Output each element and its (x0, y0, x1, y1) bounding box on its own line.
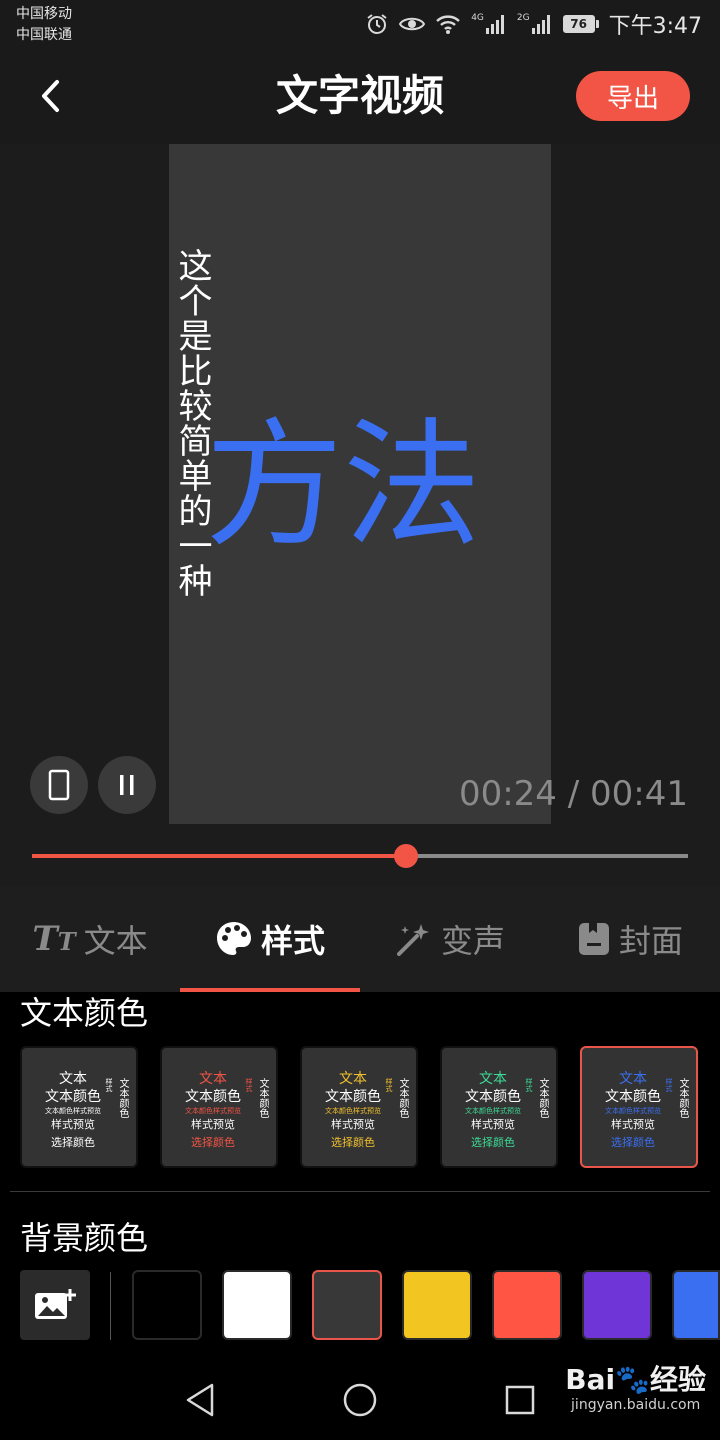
tab-label: 样式 (260, 922, 325, 960)
card-line: 选择颜色 (331, 1136, 375, 1149)
card-vertical-text: 文本颜色 (117, 1078, 128, 1118)
square-recents-icon (505, 1385, 535, 1415)
signal-4g-icon: 4G (471, 13, 507, 35)
text-color-card[interactable]: 文本 文本颜色 文本颜色样式预览 样式预览 选择颜色 文本颜色 样式 (300, 1046, 418, 1168)
card-line: 文本颜色样式预览 (605, 1107, 661, 1115)
card-line: 文本颜色样式预览 (465, 1107, 521, 1115)
card-line: 样式预览 (51, 1118, 95, 1131)
card-line: 文本颜色样式预览 (325, 1107, 381, 1115)
signal-2g-icon: 2G (517, 13, 553, 35)
add-image-icon (35, 1289, 76, 1319)
card-line: 文本颜色样式预览 (185, 1107, 241, 1115)
progress-played (32, 854, 406, 858)
tab-active-indicator (180, 988, 360, 992)
time-separator: / (556, 774, 591, 814)
video-canvas[interactable]: 这个是比较简单的一种 方法 (169, 144, 551, 824)
main-caption: 方法 (205, 405, 482, 566)
card-line: 样式预览 (611, 1118, 655, 1131)
background-color-swatch[interactable] (402, 1270, 472, 1340)
card-vertical-text: 文本颜色 (257, 1078, 268, 1118)
playback-time: 00:24 / 00:41 (459, 774, 688, 814)
card-vertical-text: 样式 (245, 1078, 253, 1092)
card-line: 选择颜色 (611, 1136, 655, 1149)
network-type-2: 2G (516, 13, 530, 23)
battery-level: 76 (562, 15, 595, 33)
section-divider (10, 1191, 710, 1192)
card-line: 样式预览 (331, 1118, 375, 1131)
total-time: 00:41 (590, 774, 688, 814)
progress-remaining (406, 854, 688, 858)
background-color-swatch[interactable] (312, 1270, 382, 1340)
progress-thumb[interactable] (394, 844, 418, 868)
watermark-url: jingyan.baidu.com (571, 1397, 701, 1413)
alarm-icon (365, 12, 389, 36)
card-vertical-text: 文本颜色 (677, 1078, 688, 1118)
network-type-1: 4G (471, 13, 484, 23)
text-icon: TT (32, 919, 76, 959)
card-vertical-text: 样式 (665, 1078, 673, 1092)
card-line: 选择颜色 (471, 1136, 515, 1149)
status-icons: 4G 2G 76 下午3:47 (365, 10, 702, 39)
card-line: 样式预览 (191, 1118, 235, 1131)
current-time: 00:24 (458, 774, 557, 814)
video-preview: 这个是比较简单的一种 方法 00:24 / 00:41 (0, 144, 720, 886)
phone-portrait-icon (48, 769, 70, 801)
text-color-card[interactable]: 文本 文本颜色 文本颜色样式预览 样式预览 选择颜色 文本颜色 样式 (580, 1046, 698, 1168)
tab-voice-change[interactable]: 变声 (360, 886, 540, 992)
pause-button[interactable] (98, 756, 156, 814)
card-line: 样式预览 (471, 1118, 515, 1131)
card-vertical-text: 文本颜色 (397, 1078, 408, 1118)
export-button[interactable]: 导出 (576, 71, 690, 121)
tab-text[interactable]: TT 文本 (0, 886, 180, 992)
tab-bar: TT 文本 样式 变声 封面 (0, 886, 720, 992)
vertical-caption: 这个是比较简单的一种 (172, 248, 212, 598)
card-vertical-text: 样式 (525, 1078, 533, 1092)
tab-cover[interactable]: 封面 (540, 886, 720, 992)
carrier-secondary: 中国联通 (16, 27, 72, 43)
nav-home-button[interactable] (342, 1382, 378, 1422)
background-color-swatch[interactable] (222, 1270, 292, 1340)
nav-recents-button[interactable] (504, 1384, 536, 1420)
tab-label: 封面 (618, 922, 683, 960)
text-color-card[interactable]: 文本 文本颜色 文本颜色样式预览 样式预览 选择颜色 文本颜色 样式 (440, 1046, 558, 1168)
swatch-separator (110, 1272, 111, 1340)
eye-icon (399, 14, 426, 34)
cover-icon (578, 923, 609, 955)
carrier-primary: 中国移动 (16, 6, 72, 22)
background-color-swatch[interactable] (582, 1270, 652, 1340)
pause-icon (120, 775, 134, 795)
card-vertical-text: 样式 (105, 1078, 113, 1092)
orientation-button[interactable] (30, 756, 88, 814)
background-color-swatch[interactable] (492, 1270, 562, 1340)
add-background-image-button[interactable] (20, 1270, 90, 1340)
status-bar: 中国移动 中国联通 4G 2G 76 下午3:47 (0, 0, 720, 48)
text-color-title: 文本颜色 (20, 994, 149, 1032)
background-color-swatch[interactable] (132, 1270, 202, 1340)
card-vertical-text: 样式 (385, 1078, 393, 1092)
wifi-icon (435, 13, 461, 35)
battery-icon: 76 (562, 15, 599, 33)
card-line: 选择颜色 (51, 1136, 95, 1149)
card-vertical-text: 文本颜色 (537, 1078, 548, 1118)
circle-home-icon (343, 1383, 377, 1417)
text-color-card[interactable]: 文本 文本颜色 文本颜色样式预览 样式预览 选择颜色 文本颜色 样式 (160, 1046, 278, 1168)
card-line: 选择颜色 (191, 1136, 235, 1149)
text-color-card[interactable]: 文本 文本颜色 文本颜色样式预览 样式预览 选择颜色 文本颜色 样式 (20, 1046, 138, 1168)
watermark-logo: Bai🐾经验 (565, 1363, 706, 1396)
triangle-back-icon (186, 1383, 214, 1417)
status-clock: 下午3:47 (608, 14, 702, 39)
tab-style[interactable]: 样式 (180, 886, 360, 992)
nav-back-button[interactable] (184, 1382, 216, 1422)
tab-label: 变声 (440, 922, 505, 960)
palette-icon (216, 922, 251, 955)
tab-label: 文本 (83, 922, 148, 960)
card-line: 文本颜色样式预览 (45, 1107, 101, 1115)
background-color-title: 背景颜色 (20, 1219, 149, 1257)
baidu-watermark: Bai🐾经验 jingyan.baidu.com (565, 1364, 706, 1414)
top-bar: 文字视频 导出 (0, 48, 720, 144)
background-color-swatch[interactable] (672, 1270, 720, 1340)
magic-wand-icon (396, 924, 429, 956)
